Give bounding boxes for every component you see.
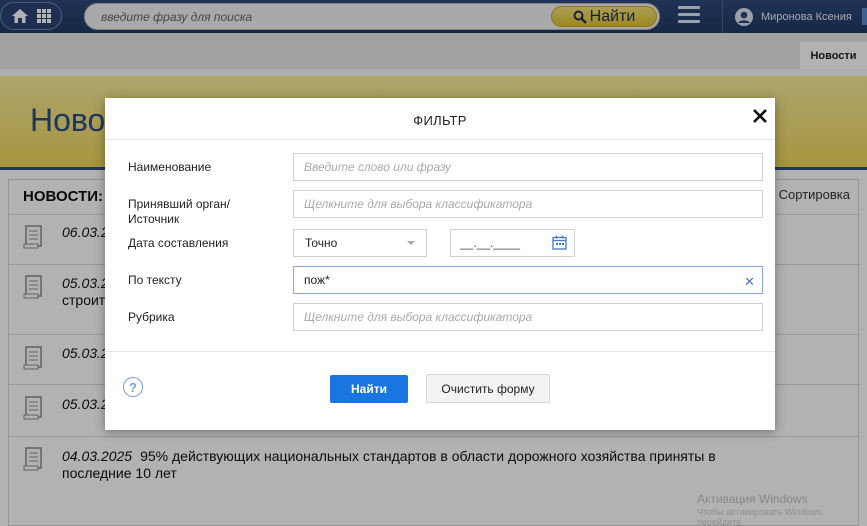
label-date: Дата составления xyxy=(128,236,229,250)
label-text: По тексту xyxy=(128,273,182,287)
text-search-input[interactable] xyxy=(293,266,763,294)
rubric-classifier-input[interactable] xyxy=(293,303,763,331)
organ-classifier-input[interactable] xyxy=(293,190,763,218)
footer-divider xyxy=(105,351,775,352)
calendar-icon[interactable] xyxy=(552,235,567,250)
label-organ: Принявший орган/ Источник xyxy=(128,197,230,226)
filter-dialog: ФИЛЬТР Наименование Принявший орган/ Ист… xyxy=(105,98,775,430)
label-rubric: Рубрика xyxy=(128,310,175,324)
chevron-down-icon xyxy=(407,241,415,245)
label-name: Наименование xyxy=(128,160,212,174)
header-divider xyxy=(105,139,775,140)
find-button[interactable]: Найти xyxy=(330,375,408,403)
date-mode-value: Точно xyxy=(305,236,338,250)
help-icon[interactable]: ? xyxy=(123,377,143,397)
clear-form-button[interactable]: Очистить форму xyxy=(426,374,550,403)
dialog-title: ФИЛЬТР xyxy=(413,113,467,128)
clear-field-icon[interactable]: ✕ xyxy=(744,274,755,290)
name-input[interactable] xyxy=(293,153,763,181)
close-icon[interactable] xyxy=(750,106,770,126)
date-mode-select[interactable]: Точно xyxy=(293,229,427,257)
